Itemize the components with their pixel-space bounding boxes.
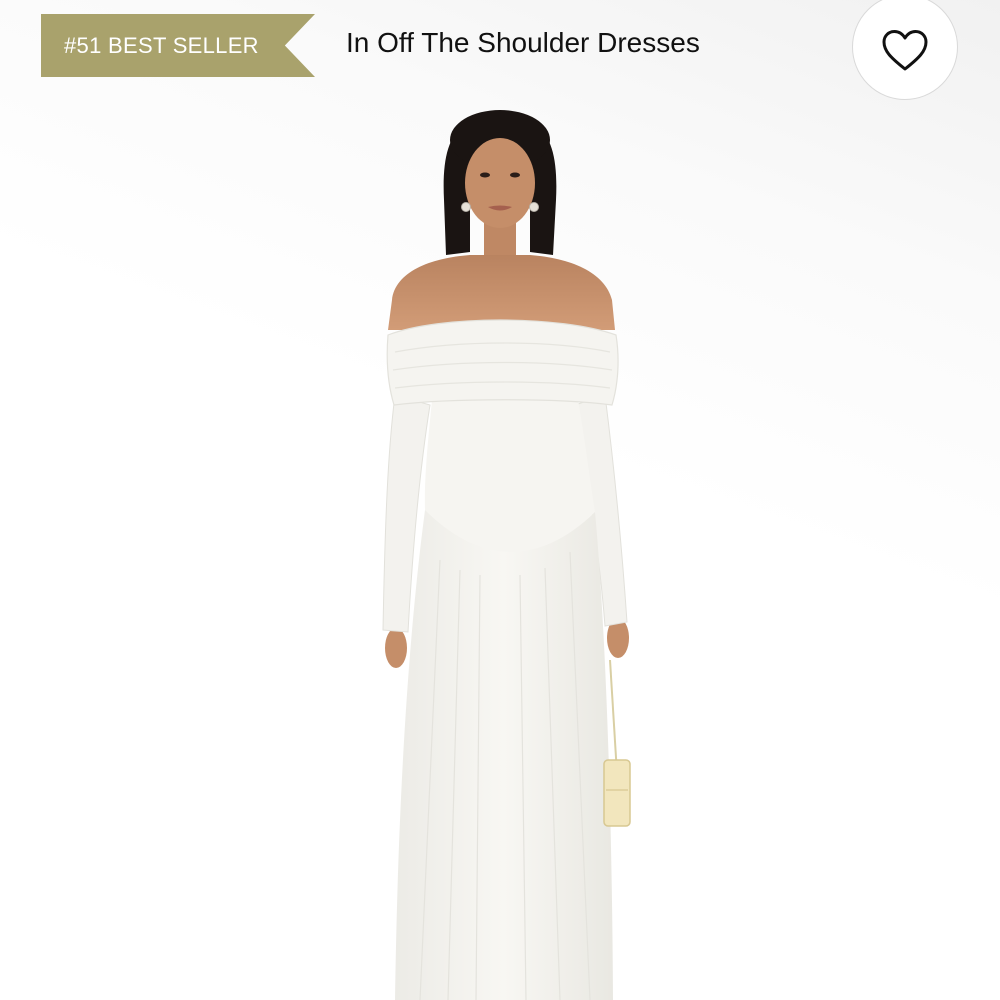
collection-link[interactable]: In Off The Shoulder Dresses <box>346 27 700 59</box>
product-photo[interactable] <box>0 100 1000 1000</box>
right-eye <box>510 172 520 178</box>
heart-outline-icon <box>882 30 928 71</box>
shoulders <box>388 255 615 330</box>
left-earring <box>461 202 471 212</box>
best-seller-label: #51 BEST SELLER <box>64 32 259 58</box>
right-earring <box>529 202 539 212</box>
handbag <box>603 759 631 827</box>
product-page: #51 BEST SELLER In Off The Shoulder Dres… <box>0 0 1000 1000</box>
wishlist-button[interactable] <box>852 0 958 100</box>
left-hand <box>385 628 407 668</box>
skirt <box>395 510 613 1000</box>
face <box>465 138 535 228</box>
left-eye <box>480 172 490 178</box>
best-seller-badge[interactable]: #51 BEST SELLER <box>41 14 315 77</box>
